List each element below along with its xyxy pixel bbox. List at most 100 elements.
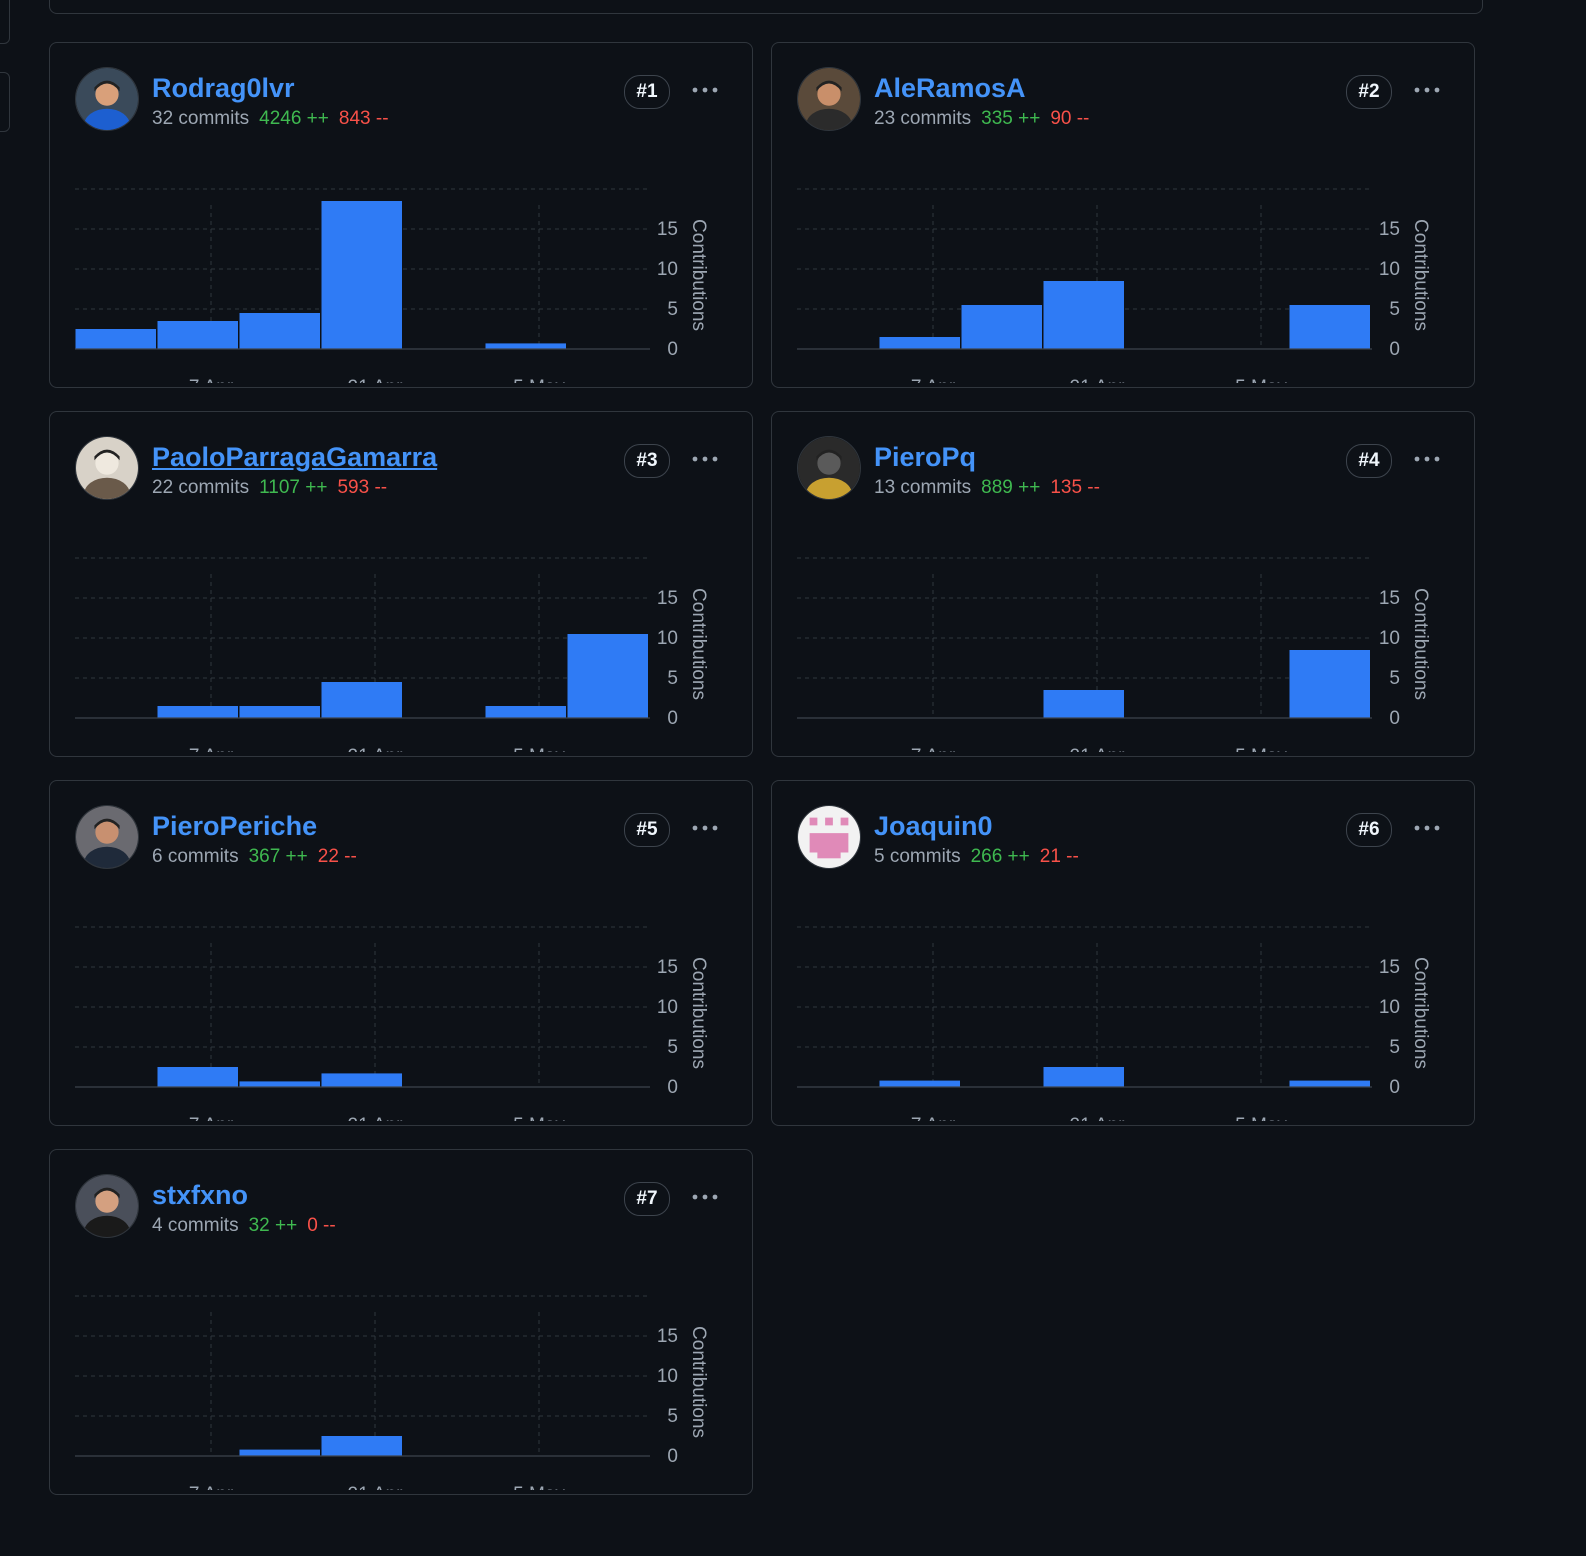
contribution-bar[interactable] [567,634,649,718]
contribution-bar[interactable] [239,313,321,349]
avatar[interactable] [797,436,861,500]
avatar[interactable] [75,67,139,131]
contribution-bar[interactable] [485,343,567,349]
contribution-bar[interactable] [321,682,403,718]
additions-count: 4246 ++ [259,108,329,129]
kebab-horizontal-icon [692,825,718,831]
x-tick-label: 7 Apr [189,377,234,383]
rank-badge: #5 [624,813,670,847]
contributions-chart: 0 5 10 15 7 Apr 21 Apr 5 May Contributions [75,557,709,752]
contribution-bar[interactable] [879,337,961,349]
contribution-bar[interactable] [1043,281,1125,349]
contributions-chart: 0 5 10 15 7 Apr 21 Apr 5 May Contributions [75,1295,709,1490]
avatar[interactable] [797,67,861,131]
x-tick-label: 21 Apr [1070,1115,1126,1121]
y-tick-label: 5 [667,1037,678,1058]
username-link[interactable]: Rodrag0lvr [152,73,295,104]
kebab-horizontal-icon [692,456,718,462]
contribution-bar[interactable] [321,1073,403,1087]
contribution-bar[interactable] [157,321,239,349]
commits-count[interactable]: 5 commits [874,846,961,867]
contribution-bar[interactable] [157,706,239,718]
commit-stats: 22 commits 1107 ++ 593 -- [152,477,387,499]
y-axis-label: Contributions [1410,588,1431,700]
more-options-button[interactable] [688,73,722,107]
contribution-bar[interactable] [1289,305,1371,349]
more-options-button[interactable] [1410,811,1444,845]
username-link[interactable]: PieroPq [874,442,976,473]
contribution-bar[interactable] [321,201,403,349]
user-photo-icon [798,68,860,130]
additions-count: 32 ++ [248,1215,298,1236]
more-options-button[interactable] [688,1180,722,1214]
contribution-bar[interactable] [239,1081,321,1087]
avatar[interactable] [797,805,861,869]
y-tick-label: 5 [1389,1037,1400,1058]
identicon-icon [798,806,860,868]
more-options-button[interactable] [1410,73,1444,107]
more-options-button[interactable] [688,442,722,476]
contribution-bar[interactable] [1289,1080,1371,1087]
y-tick-label: 10 [1379,628,1400,649]
contribution-bar[interactable] [879,1080,961,1087]
username-link[interactable]: stxfxno [152,1180,248,1211]
contribution-bar[interactable] [1289,650,1371,718]
more-options-button[interactable] [688,811,722,845]
x-tick-label: 21 Apr [348,1115,404,1121]
more-options-button[interactable] [1410,442,1444,476]
y-tick-label: 5 [667,299,678,320]
x-tick-label: 5 May [513,746,565,752]
contributor-card: AleRamosA 23 commits 335 ++ 90 -- #2 0 5 10 1… [771,42,1475,388]
avatar[interactable] [75,805,139,869]
username-link[interactable]: PieroPeriche [152,811,317,842]
y-tick-label: 15 [657,588,678,609]
y-tick-label: 5 [667,668,678,689]
commits-count[interactable]: 6 commits [152,846,239,867]
x-tick-label: 21 Apr [1070,746,1126,752]
x-tick-label: 5 May [1235,1115,1287,1121]
x-tick-label: 7 Apr [911,377,956,383]
contribution-bar[interactable] [239,1449,321,1456]
x-tick-label: 7 Apr [189,746,234,752]
x-tick-label: 7 Apr [189,1484,234,1490]
deletions-count: 21 -- [1039,846,1079,867]
rank-badge: #1 [624,75,670,109]
contribution-bar[interactable] [239,706,321,718]
contribution-bar[interactable] [75,329,157,349]
username-link[interactable]: PaoloParragaGamarra [152,442,437,473]
y-axis-label: Contributions [688,1326,709,1438]
contribution-bar[interactable] [485,706,567,718]
x-tick-label: 5 May [513,377,565,383]
rank-badge: #3 [624,444,670,478]
avatar[interactable] [75,1174,139,1238]
commit-stats: 23 commits 335 ++ 90 -- [874,108,1089,130]
contribution-bar[interactable] [1043,690,1125,718]
y-tick-label: 15 [1379,219,1400,240]
commit-stats: 13 commits 889 ++ 135 -- [874,477,1100,499]
additions-count: 889 ++ [981,477,1041,498]
contribution-bar[interactable] [157,1067,239,1087]
additions-count: 335 ++ [981,108,1041,129]
y-tick-label: 10 [657,997,678,1018]
y-tick-label: 15 [657,219,678,240]
commits-count[interactable]: 32 commits [152,108,249,129]
username-link[interactable]: Joaquin0 [874,811,993,842]
deletions-count: 90 -- [1050,108,1090,129]
commits-count[interactable]: 23 commits [874,108,971,129]
rank-badge: #7 [624,1182,670,1216]
kebab-horizontal-icon [692,1194,718,1200]
commits-count[interactable]: 22 commits [152,477,249,498]
y-axis-label: Contributions [688,957,709,1069]
previous-card-edge [49,0,1483,14]
contribution-bar[interactable] [1043,1067,1125,1087]
deletions-count: 22 -- [317,846,357,867]
additions-count: 266 ++ [970,846,1030,867]
contribution-bar[interactable] [961,305,1043,349]
username-link[interactable]: AleRamosA [874,73,1026,104]
avatar[interactable] [75,436,139,500]
commits-count[interactable]: 4 commits [152,1215,239,1236]
contribution-bar[interactable] [321,1436,403,1456]
commit-stats: 4 commits 32 ++ 0 -- [152,1215,336,1237]
commits-count[interactable]: 13 commits [874,477,971,498]
x-tick-label: 21 Apr [348,1484,404,1490]
